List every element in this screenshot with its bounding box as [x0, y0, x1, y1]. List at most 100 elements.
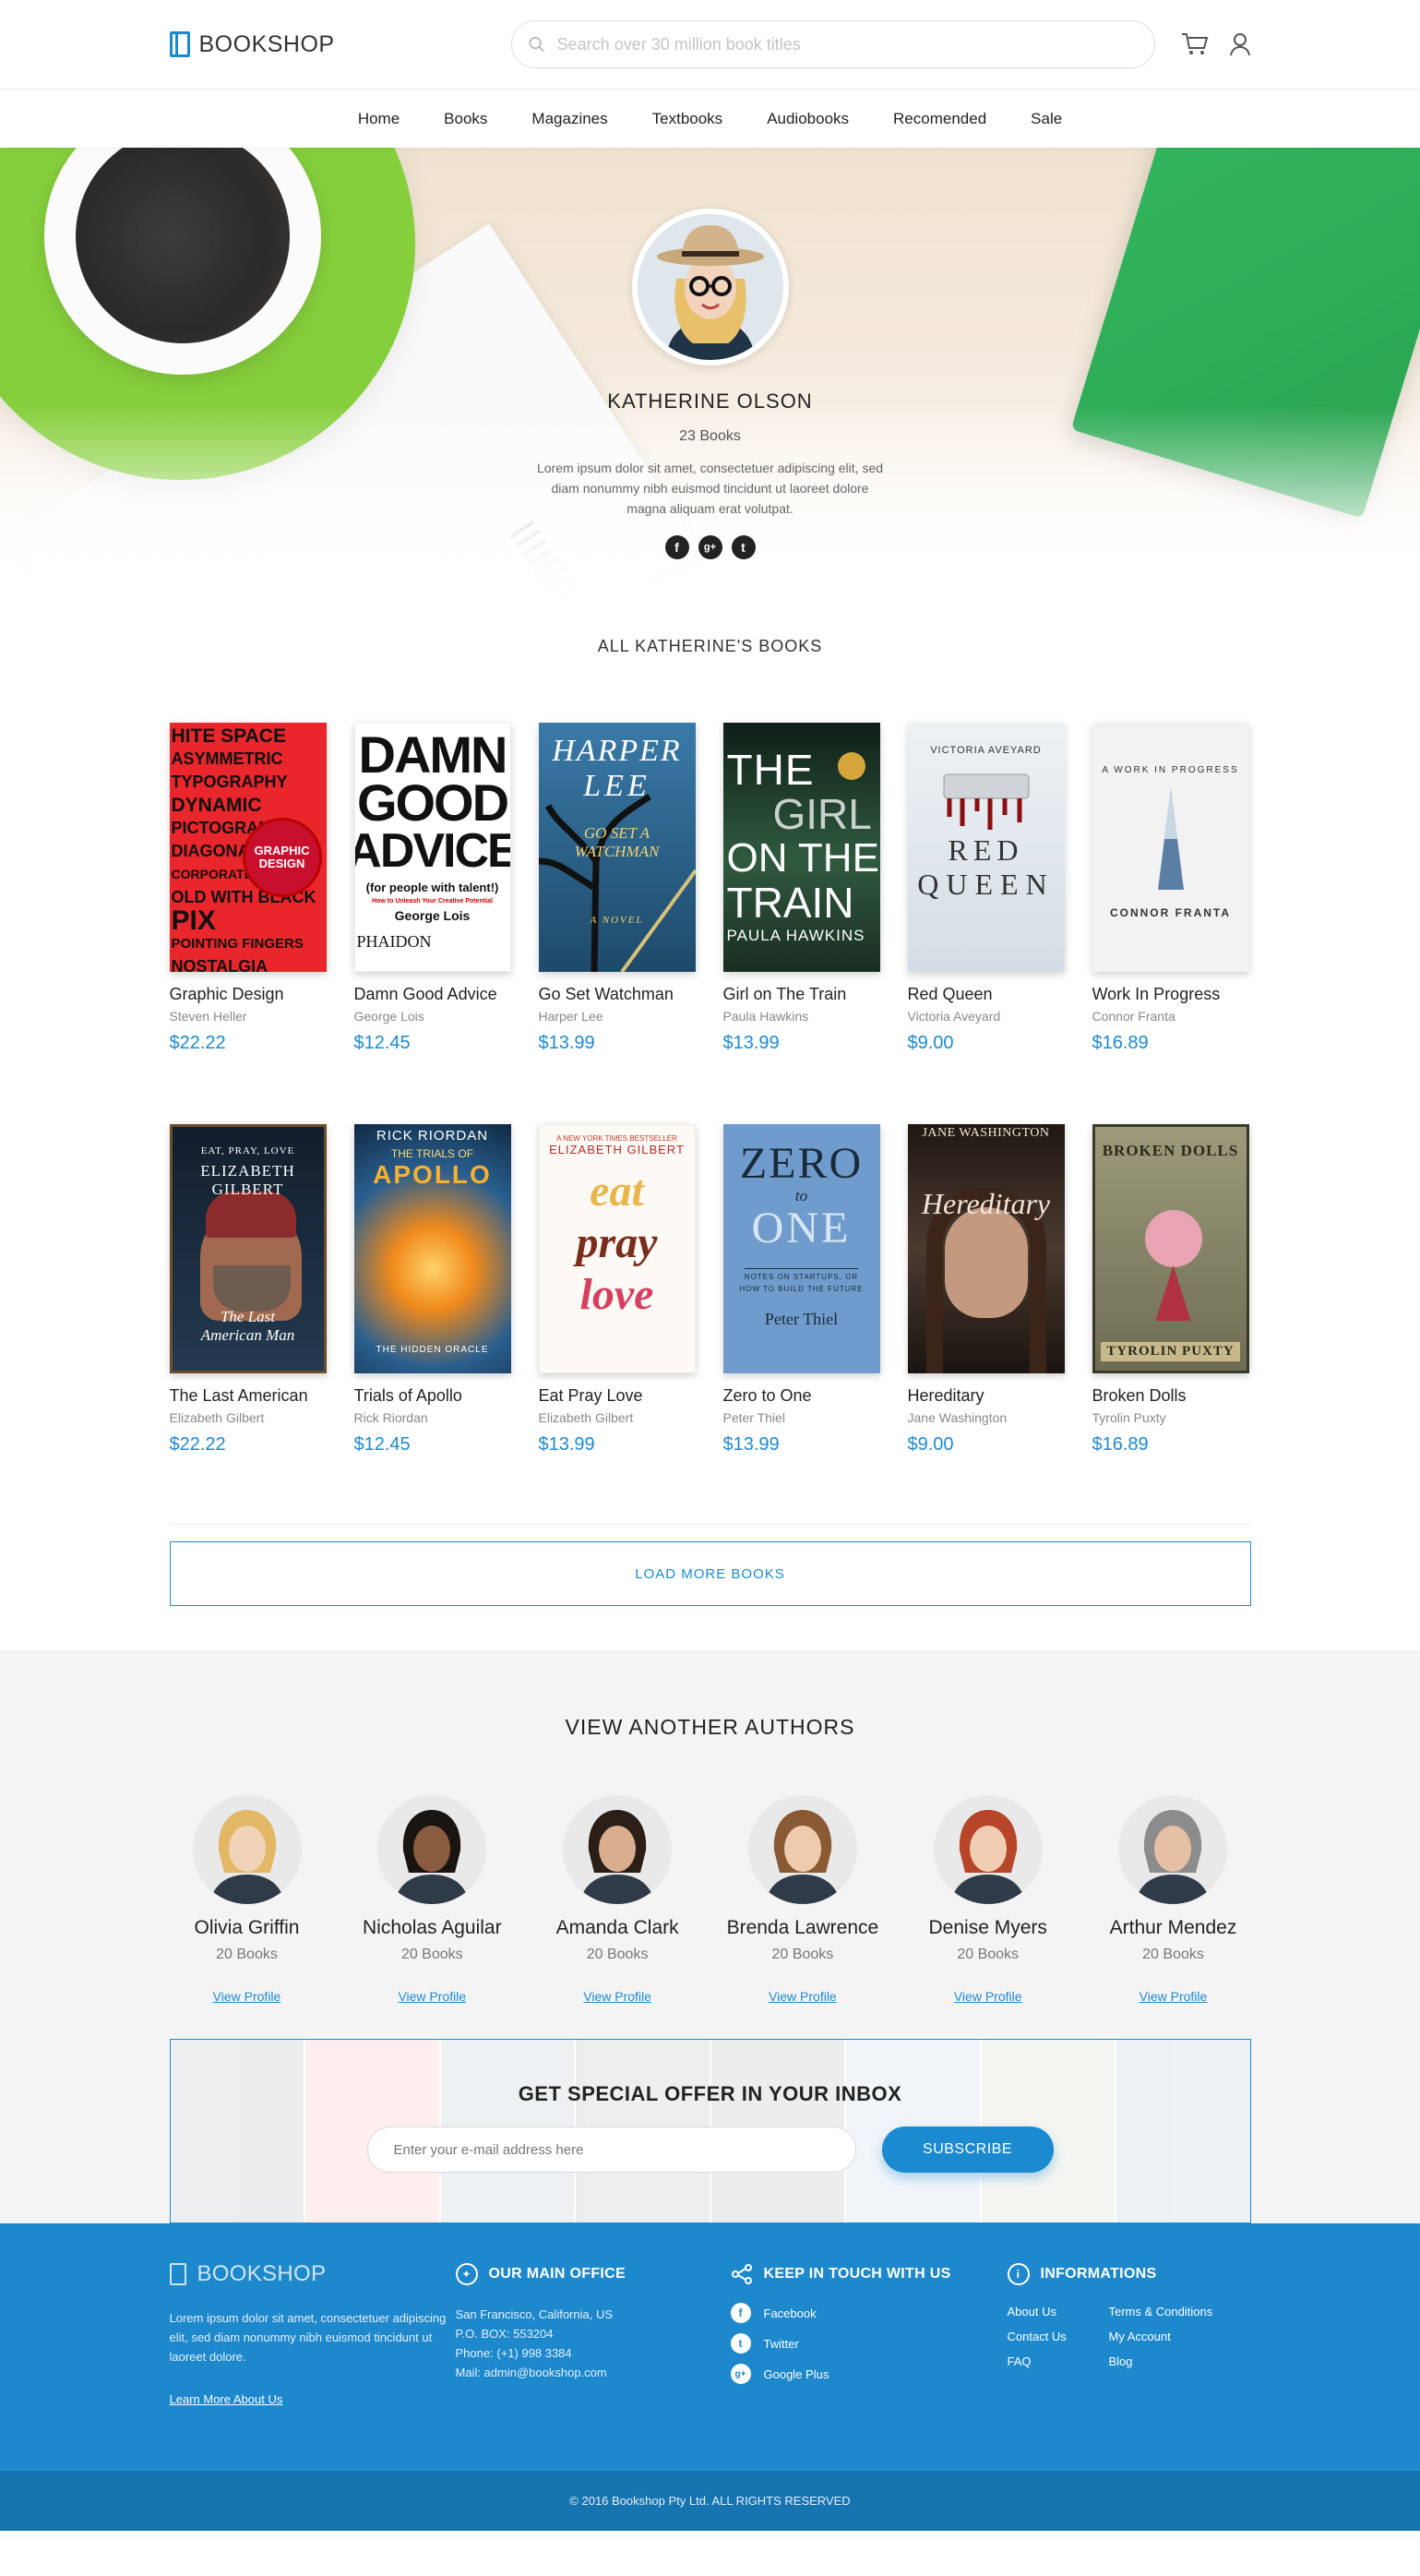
- blog-link[interactable]: Blog: [1109, 2354, 1247, 2368]
- view-profile-link[interactable]: View Profile: [769, 1989, 837, 2004]
- google-plus-icon[interactable]: g+: [698, 535, 722, 559]
- author-card[interactable]: Brenda Lawrence 20 Books View Profile: [710, 1795, 895, 2006]
- book-price: $13.99: [538, 1033, 595, 1053]
- author-avatar: [1118, 1795, 1228, 1904]
- book-card[interactable]: THE GIRL ON THE TRAIN PAULA HAWKINS Girl…: [722, 723, 880, 1054]
- book-author: Elizabeth Gilbert: [538, 1410, 634, 1425]
- nav-magazines[interactable]: Magazines: [509, 110, 629, 128]
- facebook-icon[interactable]: f: [664, 535, 689, 559]
- author-book-count: 20 Books: [771, 1947, 834, 1962]
- logo-text: BOOKSHOP: [198, 30, 335, 57]
- book-price: $13.99: [538, 1434, 595, 1455]
- search-icon: [528, 36, 544, 53]
- book-icon: [169, 2263, 186, 2285]
- view-profile-link[interactable]: View Profile: [583, 1989, 651, 2004]
- book-card[interactable]: DAMN GOOD ADVICE (for people with talent…: [353, 723, 511, 1054]
- user-icon[interactable]: [1229, 32, 1251, 56]
- author-book-count: 20 Books: [957, 1947, 1020, 1962]
- info-title: INFORMATIONS: [1040, 2266, 1157, 2282]
- book-title: Damn Good Advice: [353, 985, 497, 1003]
- author-card[interactable]: Arthur Mendez 20 Books View Profile: [1080, 1795, 1265, 2006]
- nav-sale[interactable]: Sale: [1008, 110, 1084, 128]
- book-author: Tyrolin Puxty: [1092, 1410, 1166, 1425]
- book-card[interactable]: A WORK IN PROGRESS CONNOR FRANTA Work In…: [1092, 723, 1249, 1054]
- book-cover: A WORK IN PROGRESS CONNOR FRANTA: [1092, 723, 1249, 972]
- view-profile-link[interactable]: View Profile: [954, 1989, 1022, 2004]
- footer-facebook-link[interactable]: f Facebook: [730, 2303, 1008, 2323]
- book-author: Harper Lee: [538, 1009, 603, 1024]
- subscribe-button[interactable]: SUBSCRIBE: [881, 2127, 1054, 2173]
- cart-icon[interactable]: [1181, 32, 1209, 56]
- nav-textbooks[interactable]: Textbooks: [630, 110, 746, 128]
- office-mail: Mail: admin@bookshop.com: [455, 2366, 607, 2379]
- author-name: Amanda Clark: [555, 1917, 679, 1938]
- book-price: $13.99: [722, 1434, 780, 1455]
- book-price: $13.99: [722, 1033, 780, 1053]
- nav-audiobooks[interactable]: Audiobooks: [745, 110, 871, 128]
- book-card[interactable]: RICK RIORDAN THE TRIALS OF APOLLO THE HI…: [353, 1124, 511, 1456]
- book-cover: BROKEN DOLLS TYROLIN PUXTY: [1092, 1124, 1249, 1373]
- book-card[interactable]: BROKEN DOLLS TYROLIN PUXTY Broken Dolls …: [1092, 1124, 1249, 1456]
- book-title: The Last American: [169, 1386, 308, 1405]
- author-card[interactable]: Amanda Clark 20 Books View Profile: [525, 1795, 710, 2006]
- footer-logo[interactable]: BOOKSHOP: [169, 2260, 456, 2288]
- author-card[interactable]: Nicholas Aguilar 20 Books View Profile: [340, 1795, 524, 2006]
- book-title: Work In Progress: [1092, 985, 1221, 1003]
- book-card[interactable]: EAT, PRAY, LOVE ELIZABETH GILBERT The La…: [169, 1124, 327, 1456]
- info-icon: i: [1007, 2263, 1030, 2285]
- author-avatar: [933, 1795, 1043, 1904]
- author-avatar: [563, 1795, 673, 1904]
- view-profile-link[interactable]: View Profile: [398, 1989, 466, 2004]
- book-cover: EAT, PRAY, LOVE ELIZABETH GILBERT The La…: [169, 1124, 327, 1373]
- author-avatar: [747, 1795, 857, 1904]
- footer-twitter-link[interactable]: t Twitter: [730, 2333, 1008, 2354]
- author-bio: Lorem ipsum dolor sit amet, consectetuer…: [536, 461, 884, 516]
- book-author: Paula Hawkins: [722, 1009, 809, 1024]
- book-price: $9.00: [907, 1033, 954, 1053]
- book-title: Red Queen: [907, 985, 993, 1003]
- faq-link[interactable]: FAQ: [1008, 2354, 1109, 2368]
- terms-link[interactable]: Terms & Conditions: [1109, 2305, 1247, 2318]
- nav-home[interactable]: Home: [336, 110, 422, 128]
- author-name: Nicholas Aguilar: [363, 1917, 502, 1938]
- book-title: Zero to One: [722, 1386, 812, 1405]
- my-account-link[interactable]: My Account: [1109, 2330, 1247, 2343]
- learn-more-link[interactable]: Learn More About Us: [170, 2392, 283, 2406]
- book-card[interactable]: JANE WASHINGTON Hereditary Hereditary Ja…: [907, 1124, 1065, 1456]
- contact-us-link[interactable]: Contact Us: [1008, 2330, 1109, 2343]
- load-more-button[interactable]: LOAD MORE BOOKS: [169, 1541, 1251, 1606]
- search-bar[interactable]: [510, 20, 1155, 68]
- nav-recommended[interactable]: Recomended: [871, 110, 1008, 128]
- author-card[interactable]: Olivia Griffin 20 Books View Profile: [155, 1795, 340, 2006]
- view-profile-link[interactable]: View Profile: [213, 1989, 281, 2004]
- book-cover: A NEW YORK TIMES BESTSELLER ELIZABETH GI…: [538, 1124, 696, 1373]
- book-card[interactable]: ZERO to ONE NOTES ON STARTUPS, OR HOW TO…: [722, 1124, 880, 1456]
- search-input[interactable]: [556, 34, 1138, 54]
- book-cover: HITE SPACE ASYMMETRIC TYPOGRAPHY DYNAMIC…: [169, 723, 327, 972]
- book-author: Peter Thiel: [722, 1410, 785, 1425]
- book-card[interactable]: HARPER LEE GO SET A WATCHMAN A NOVEL Go …: [538, 723, 696, 1054]
- book-card[interactable]: VICTORIA AVEYARD RED QUEEN Red Queen Vic…: [907, 723, 1065, 1054]
- book-card[interactable]: A NEW YORK TIMES BESTSELLER ELIZABETH GI…: [538, 1124, 696, 1456]
- book-card[interactable]: HITE SPACE ASYMMETRIC TYPOGRAPHY DYNAMIC…: [169, 723, 327, 1054]
- book-price: $22.22: [169, 1033, 226, 1053]
- twitter-icon[interactable]: t: [731, 535, 756, 559]
- book-author: Steven Heller: [169, 1009, 247, 1024]
- office-title: OUR MAIN OFFICE: [488, 2266, 626, 2282]
- author-avatar: [377, 1795, 487, 1904]
- about-us-link[interactable]: About Us: [1008, 2305, 1109, 2318]
- book-author: George Lois: [353, 1009, 424, 1024]
- author-book-count: 20 Books: [216, 1947, 278, 1962]
- author-name: KATHERINE OLSON: [607, 389, 813, 413]
- book-cover: ZERO to ONE NOTES ON STARTUPS, OR HOW TO…: [722, 1124, 880, 1373]
- nav-books[interactable]: Books: [422, 110, 509, 128]
- email-input[interactable]: [366, 2127, 856, 2173]
- author-card[interactable]: Denise Myers 20 Books View Profile: [896, 1795, 1080, 2006]
- view-profile-link[interactable]: View Profile: [1140, 1989, 1208, 2004]
- author-avatar: [631, 209, 789, 365]
- book-title: Go Set Watchman: [538, 985, 674, 1003]
- logo[interactable]: BOOKSHOP: [169, 30, 511, 58]
- footer-google-plus-link[interactable]: g+ Google Plus: [730, 2364, 1008, 2384]
- book-title: Eat Pray Love: [538, 1386, 643, 1405]
- book-cover: RICK RIORDAN THE TRIALS OF APOLLO THE HI…: [353, 1124, 511, 1373]
